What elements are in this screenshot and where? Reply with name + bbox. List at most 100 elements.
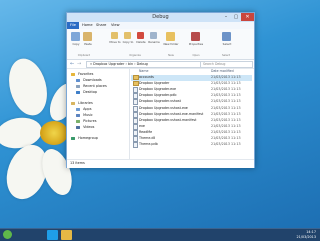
pictures-icon [76, 119, 80, 123]
explorer-window: Debug – ▢ ✕ File Home Share View Copy Pa… [66, 12, 255, 168]
group-open: Open [192, 54, 200, 57]
nav-pictures[interactable]: Pictures [76, 119, 97, 124]
file-row[interactable]: Dropbox Upgrader 21/03/2013 11:13 [131, 81, 252, 87]
file-name: Theme.pdb [139, 142, 158, 147]
copy-to-icon[interactable] [124, 32, 131, 39]
file-row[interactable]: Dropbox Upgrader.pdb 21/03/2013 11:13 [131, 93, 252, 100]
file-row[interactable]: ReadMe 21/03/2013 11:13 [131, 129, 252, 136]
file-row[interactable]: Theme.pdb 21/03/2013 11:13 [131, 142, 252, 149]
file-row[interactable]: Dropbox Upgrader.exe 21/03/2013 11:13 [131, 87, 252, 94]
nav-desktop-label: Desktop [83, 90, 98, 94]
file-icon [133, 129, 138, 136]
ribbon-toolbar: Copy Paste Move to Copy to Delete Rename… [67, 29, 254, 60]
tab-file[interactable]: File [67, 22, 80, 29]
group-organize: Organize [129, 54, 141, 57]
maximize-button[interactable]: ▢ [231, 13, 241, 21]
new-folder-button[interactable]: New folder [160, 42, 182, 46]
file-date: 21/03/2013 11:13 [211, 75, 241, 79]
nav-favorites[interactable]: Favorites [71, 72, 93, 77]
file-row[interactable]: accounts 21/03/2013 11:13 [131, 75, 252, 81]
file-name: exe [139, 123, 145, 128]
search-input[interactable]: Search Debug [200, 61, 253, 68]
file-icon [133, 93, 138, 100]
tab-view[interactable]: View [108, 22, 123, 29]
file-row[interactable]: Dropbox Upgrader.vshost.exe.manifest 21/0… [131, 111, 252, 118]
rename-icon[interactable] [150, 32, 157, 39]
videos-icon [76, 125, 80, 129]
nav-videos-label: Videos [83, 125, 95, 129]
apps-icon [76, 107, 80, 111]
file-date: 21/03/2013 11:13 [211, 142, 241, 147]
forward-arrow-icon[interactable]: → [77, 61, 81, 67]
move-to-icon[interactable] [111, 32, 118, 39]
file-date: 21/03/2013 11:13 [211, 93, 241, 98]
group-new: New [168, 54, 174, 57]
file-name: Dropbox Upgrader [139, 81, 170, 86]
music-icon [76, 113, 80, 117]
file-icon [133, 123, 138, 130]
file-date: 21/03/2013 11:13 [211, 111, 241, 116]
file-name: ReadMe [139, 129, 153, 134]
libraries-icon [71, 101, 75, 105]
properties-icon[interactable] [191, 32, 200, 41]
file-date: 21/03/2013 11:13 [211, 129, 241, 134]
file-row[interactable]: Dropbox Upgrader.vshost.exe 21/03/2013 11… [131, 105, 252, 112]
paste-icon[interactable] [83, 32, 92, 41]
column-header-date[interactable]: Date modified [211, 69, 234, 74]
paste-button[interactable]: Paste [77, 42, 99, 46]
file-name: Theme.dll [139, 136, 156, 140]
file-row[interactable]: Dropbox Upgrader.vshost 21/03/2013 11:13 [131, 99, 252, 106]
column-header-name[interactable]: Name [139, 69, 148, 74]
file-icon [133, 111, 138, 118]
skype-icon[interactable] [47, 230, 58, 240]
nav-music[interactable]: Music [76, 113, 93, 118]
clock-date: 21/03/2013 [296, 234, 316, 239]
spotify-icon[interactable] [3, 230, 12, 239]
file-icon [133, 142, 138, 149]
delete-icon[interactable] [137, 32, 144, 39]
file-rows: accounts 21/03/2013 11:13 Dropbox Upgrader… [131, 75, 252, 155]
file-row[interactable]: exe 21/03/2013 11:13 [131, 123, 252, 130]
nav-apps[interactable]: Apps [76, 107, 91, 112]
file-date: 21/03/2013 11:13 [211, 81, 241, 86]
nav-recent-places[interactable]: Recent places [76, 84, 107, 89]
file-explorer-icon[interactable] [61, 230, 72, 240]
nav-downloads-label: Downloads [83, 78, 102, 82]
file-date: 21/03/2013 11:13 [211, 99, 241, 104]
new-folder-icon[interactable] [166, 32, 175, 41]
nav-recent-places-label: Recent places [83, 84, 107, 88]
file-icon [133, 117, 138, 124]
desktop-icon [76, 90, 80, 94]
file-date: 21/03/2013 11:13 [211, 117, 241, 122]
file-name: Dropbox Upgrader.vshost [139, 99, 181, 104]
flower-petal [3, 54, 53, 120]
nav-homegroup[interactable]: Homegroup [71, 136, 98, 141]
nav-videos[interactable]: Videos [76, 125, 94, 130]
nav-desktop[interactable]: Desktop [76, 90, 97, 95]
file-name: accounts [139, 75, 154, 79]
nav-downloads[interactable]: Downloads [76, 78, 102, 83]
nav-libraries-label: Libraries [78, 101, 93, 105]
tab-share[interactable]: Share [93, 22, 109, 29]
select-icon[interactable] [222, 32, 231, 41]
file-name: Dropbox Upgrader.vshost.exe [139, 105, 188, 110]
nav-libraries[interactable]: Libraries [71, 101, 93, 106]
select-button[interactable]: Select [216, 42, 238, 46]
minimize-button[interactable]: – [221, 13, 231, 21]
downloads-icon [76, 78, 80, 82]
file-date: 21/03/2013 11:13 [211, 123, 241, 128]
address-bar[interactable]: « Dropbox Upgrader › bin › Debug [86, 61, 201, 68]
navigation-pane: Favorites Downloads Recent places Deskto… [67, 69, 130, 159]
homegroup-icon [71, 136, 75, 140]
properties-button[interactable]: Properties [185, 42, 207, 46]
file-row[interactable]: Theme.dll 21/03/2013 11:13 [131, 136, 252, 142]
nav-favorites-label: Favorites [78, 72, 94, 76]
star-icon [71, 72, 75, 76]
file-row[interactable]: Dropbox Upgrader.vshost.manifest 21/03/20… [131, 117, 252, 124]
close-button[interactable]: ✕ [241, 13, 254, 21]
copy-icon[interactable] [71, 32, 80, 41]
file-icon [133, 105, 138, 112]
file-date: 21/03/2013 11:13 [211, 136, 241, 140]
taskbar-clock[interactable]: 14:17 21/03/2013 [296, 230, 316, 239]
back-arrow-icon[interactable]: ← [70, 61, 74, 67]
